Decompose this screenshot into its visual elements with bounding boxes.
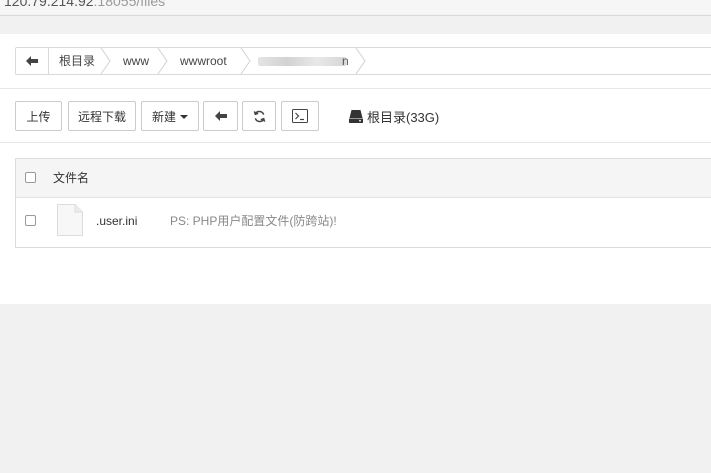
breadcrumb-chevron-icon: [100, 48, 111, 74]
file-name[interactable]: .user.ini: [96, 198, 137, 244]
refresh-icon: [253, 110, 265, 122]
arrow-left-icon: [214, 111, 227, 121]
page-gap: [0, 16, 711, 34]
breadcrumb-item-tail: n: [342, 54, 349, 68]
file-note: PS: PHP用户配置文件(防跨站)!: [170, 214, 337, 228]
address-url[interactable]: 120.79.214.92:18055/files: [4, 0, 165, 9]
back-button[interactable]: [203, 101, 238, 131]
url-port: :18055/files: [93, 0, 166, 9]
terminal-button[interactable]: [281, 101, 319, 131]
upload-button[interactable]: 上传: [15, 101, 62, 131]
breadcrumb-item-redacted[interactable]: [258, 57, 346, 66]
breadcrumb-back-button[interactable]: [16, 48, 49, 74]
row-checkbox[interactable]: [25, 215, 36, 226]
browser-address-bar[interactable]: 120.79.214.92:18055/files: [0, 0, 711, 14]
new-dropdown-button[interactable]: 新建: [141, 101, 199, 131]
breadcrumb-chevron-icon: [355, 48, 366, 74]
column-header-filename[interactable]: 文件名: [53, 159, 89, 197]
breadcrumb: 根目录 www wwwroot n: [15, 47, 711, 75]
file-manager-panel: 根目录 www wwwroot n 上传 远程下载 新建 根目录(33G) 文件…: [0, 34, 711, 304]
new-button-label: 新建: [151, 109, 176, 124]
arrow-left-icon: [26, 56, 38, 66]
breadcrumb-item-www[interactable]: www: [123, 48, 149, 74]
breadcrumb-chevron-icon: [157, 48, 168, 74]
table-header: 文件名: [16, 159, 711, 198]
breadcrumb-chevron-icon: [240, 48, 251, 74]
terminal-icon: [292, 109, 308, 123]
refresh-button[interactable]: [242, 101, 276, 131]
divider: [0, 88, 711, 89]
select-all-checkbox[interactable]: [25, 172, 36, 183]
divider: [0, 142, 711, 143]
breadcrumb-item-wwwroot[interactable]: wwwroot: [180, 48, 227, 74]
caret-down-icon: [180, 115, 188, 119]
disk-label: 根目录(33G): [367, 109, 440, 125]
file-table: 文件名 .user.ini PS: PHP用户配置文件(防跨站)!: [15, 158, 711, 248]
breadcrumb-item-root[interactable]: 根目录: [59, 48, 95, 74]
remote-download-button[interactable]: 远程下载: [68, 101, 136, 131]
disk-indicator[interactable]: 根目录(33G): [349, 106, 439, 126]
upload-button-label: 上传: [26, 109, 51, 124]
remote-download-button-label: 远程下载: [77, 109, 126, 124]
file-icon: [57, 204, 83, 236]
table-row[interactable]: .user.ini PS: PHP用户配置文件(防跨站)!: [16, 198, 711, 247]
url-host: 120.79.214.92: [4, 0, 94, 9]
hard-drive-icon: [349, 109, 363, 123]
